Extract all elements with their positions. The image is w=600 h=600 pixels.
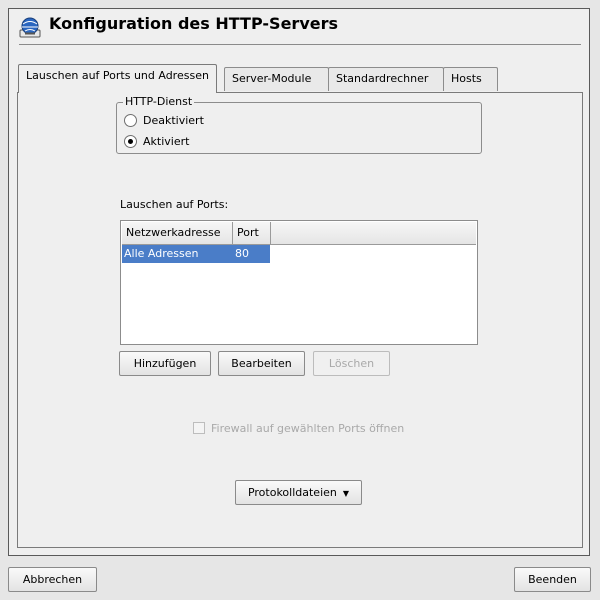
column-header-address[interactable]: Netzwerkadresse: [122, 222, 233, 244]
tab-default-host[interactable]: Standardrechner: [328, 67, 444, 91]
finish-button[interactable]: Beenden: [514, 567, 591, 592]
cell-port: 80: [235, 247, 249, 260]
firewall-option[interactable]: Firewall auf gewählten Ports öffnen: [193, 421, 404, 435]
tab-label: Server-Module: [232, 72, 312, 85]
cancel-button[interactable]: Abbrechen: [8, 567, 97, 592]
tab-label: Standardrechner: [336, 72, 429, 85]
table-header: Netzwerkadresse Port: [122, 222, 476, 245]
delete-button[interactable]: Löschen: [313, 351, 390, 376]
title-divider: [19, 44, 581, 45]
tab-label: Lauschen auf Ports und Adressen: [26, 69, 209, 82]
radio-label: Deaktiviert: [143, 113, 204, 127]
page-title: Konfiguration des HTTP-Servers: [49, 14, 339, 33]
ports-label: Lauschen auf Ports:: [120, 198, 229, 211]
firewall-label: Firewall auf gewählten Ports öffnen: [211, 421, 405, 435]
ports-table[interactable]: Netzwerkadresse Port Alle Adressen 80: [120, 220, 478, 345]
radio-label: Aktiviert: [143, 134, 190, 148]
edit-button[interactable]: Bearbeiten: [218, 351, 305, 376]
log-files-label: Protokolldateien: [247, 486, 337, 499]
radio-activated[interactable]: Aktiviert: [124, 133, 189, 149]
column-header-port[interactable]: Port: [233, 222, 271, 244]
radio-button[interactable]: [124, 113, 137, 127]
tab-server-modules[interactable]: Server-Module: [224, 67, 329, 91]
tab-hosts[interactable]: Hosts: [443, 67, 498, 91]
radio-deactivated[interactable]: Deaktiviert: [124, 112, 204, 128]
chevron-down-icon: ▼: [342, 488, 350, 498]
server-globe-icon: [19, 17, 41, 38]
table-row[interactable]: Alle Adressen 80: [122, 245, 270, 263]
firewall-checkbox[interactable]: [193, 422, 205, 434]
add-button[interactable]: Hinzufügen: [119, 351, 211, 376]
cell-address: Alle Adressen: [124, 247, 199, 260]
radio-button[interactable]: [124, 134, 137, 148]
tab-listen-ports[interactable]: Lauschen auf Ports und Adressen: [18, 64, 217, 93]
tab-label: Hosts: [451, 72, 482, 85]
log-files-button[interactable]: Protokolldateien ▼: [235, 480, 362, 505]
http-service-legend: HTTP-Dienst: [123, 95, 195, 108]
